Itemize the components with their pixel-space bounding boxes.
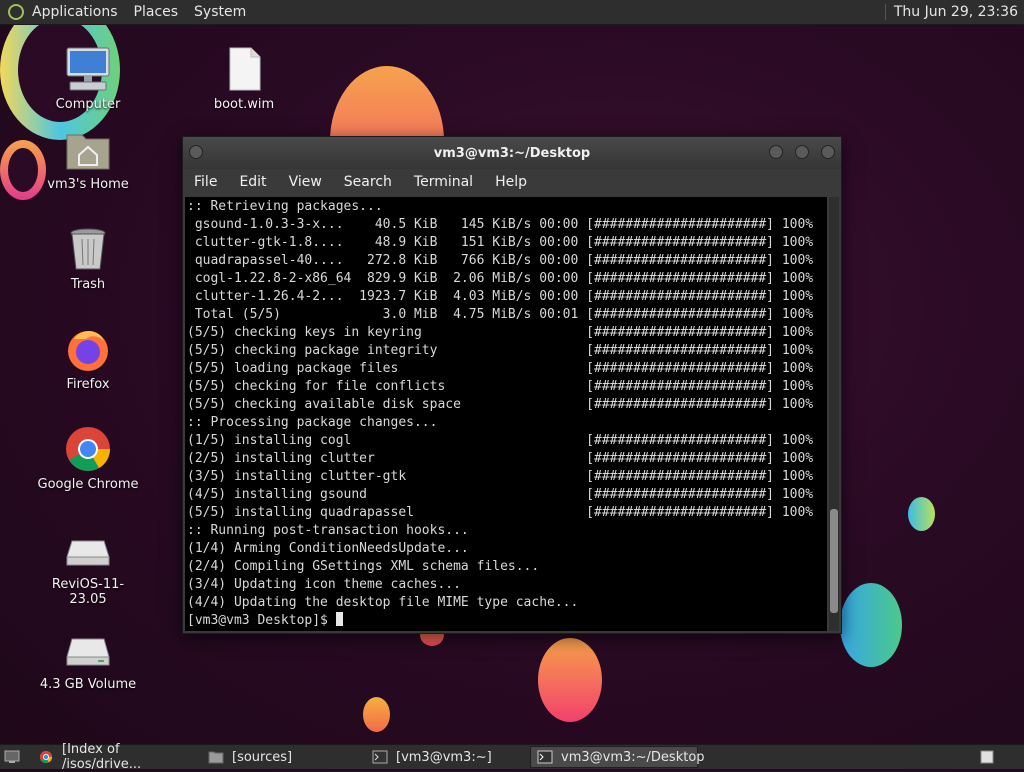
terminal-line: (4/5) installing gsound [###############… xyxy=(187,487,814,502)
terminal-line: (3/5) installing clutter-gtk [##########… xyxy=(187,469,814,484)
desktop-icon-label: ReviOS-11-23.05 xyxy=(51,577,125,607)
terminal-icon xyxy=(537,750,553,764)
terminal-line: (2/4) Compiling GSettings XML schema fil… xyxy=(187,559,540,574)
terminal-line: (1/5) installing cogl [#################… xyxy=(187,433,814,448)
desktop-icon-label: Computer xyxy=(55,97,121,112)
desktop-icon-boot-wim[interactable]: boot.wim xyxy=(189,45,299,112)
wallpaper-blob xyxy=(538,638,602,722)
show-desktop-button[interactable] xyxy=(0,746,30,768)
minimize-icon[interactable] xyxy=(769,145,783,159)
scrollbar-thumb[interactable] xyxy=(830,509,838,613)
terminal-line: (5/5) checking for file conflicts [#####… xyxy=(187,379,814,394)
wallpaper-blob xyxy=(840,583,902,667)
desktop-icon-label: vm3's Home xyxy=(47,177,129,192)
clock[interactable]: Thu Jun 29, 23:36 xyxy=(894,4,1024,20)
terminal-line: (1/4) Arming ConditionNeedsUpdate... xyxy=(187,541,469,556)
desktop-icon-label: Google Chrome xyxy=(37,477,139,492)
terminal-text: :: Retrieving packages... gsound-1.0.3-3… xyxy=(185,197,827,630)
show-desktop-icon xyxy=(4,750,20,763)
desktop-icon-label: Firefox xyxy=(66,377,110,392)
terminal-line: :: Processing package changes... xyxy=(187,415,438,430)
menu-system[interactable]: System xyxy=(186,0,254,24)
terminal-line: (3/4) Updating icon theme caches... xyxy=(187,577,461,592)
desktop-icon-volume[interactable]: 4.3 GB Volume xyxy=(33,625,143,692)
desktop-icon-firefox[interactable]: Firefox xyxy=(33,325,143,392)
menu-help[interactable]: Help xyxy=(484,174,538,190)
terminal-line: :: Running post-transaction hooks... xyxy=(187,523,469,538)
terminal-menubar: File Edit View Search Terminal Help xyxy=(183,169,841,195)
menu-file[interactable]: File xyxy=(183,174,228,190)
terminal-line: Total (5/5) 3.0 MiB 4.75 MiB/s 00:01 [##… xyxy=(194,307,814,322)
terminal-line: quadrapassel-40.... 272.8 KiB 766 KiB/s … xyxy=(194,253,814,268)
taskbar-item-label: vm3@vm3:~/Desktop xyxy=(561,749,705,765)
distro-logo-icon[interactable] xyxy=(8,4,24,20)
firefox-icon xyxy=(64,325,112,373)
workspace-icon xyxy=(980,750,994,764)
close-icon[interactable] xyxy=(821,145,835,159)
wallpaper-blob xyxy=(363,697,390,732)
terminal-icon xyxy=(372,750,388,764)
panel-separator xyxy=(884,4,886,20)
window-titlebar[interactable]: vm3@vm3:~/Desktop xyxy=(183,137,841,169)
chrome-icon xyxy=(64,425,112,473)
bottom-panel: [Index of /isos/drive... [sources] [vm3@… xyxy=(0,742,1024,772)
trash-icon xyxy=(64,225,112,273)
terminal-prompt: [vm3@vm3 Desktop]$ xyxy=(187,613,336,628)
drive-icon xyxy=(64,525,112,573)
terminal-output[interactable]: :: Retrieving packages... gsound-1.0.3-3… xyxy=(185,197,827,631)
window-title: vm3@vm3:~/Desktop xyxy=(433,145,591,161)
terminal-line: (2/5) installing clutter [##############… xyxy=(187,451,814,466)
terminal-line: clutter-1.26.4-2... 1923.7 KiB 4.03 MiB/… xyxy=(194,289,814,304)
desktop-icon-computer[interactable]: Computer xyxy=(33,45,143,112)
drive-icon xyxy=(64,625,112,673)
desktop-icon-revios[interactable]: ReviOS-11-23.05 xyxy=(33,525,143,607)
maximize-icon[interactable] xyxy=(795,145,809,159)
desktop-icon-label: 4.3 GB Volume xyxy=(39,677,137,692)
desktop-icon-label: boot.wim xyxy=(213,97,275,112)
terminal-line: gsound-1.0.3-3-x... 40.5 KiB 145 KiB/s 0… xyxy=(194,217,814,232)
chrome-icon xyxy=(39,750,53,764)
taskbar-item-label: [vm3@vm3:~] xyxy=(396,749,492,765)
terminal-line: cogl-1.22.8-2-x86_64 829.9 KiB 2.06 MiB/… xyxy=(194,271,814,286)
menu-edit[interactable]: Edit xyxy=(228,174,277,190)
terminal-line: (5/5) checking keys in keyring [########… xyxy=(187,325,814,340)
desktop-icon-label: Trash xyxy=(70,277,106,292)
terminal-line: (5/5) loading package files [###########… xyxy=(187,361,814,376)
terminal-line: (5/5) checking available disk space [###… xyxy=(187,397,814,412)
taskbar-item-sources[interactable]: [sources] xyxy=(202,746,364,768)
terminal-cursor xyxy=(335,612,343,626)
desktop-icon-trash[interactable]: Trash xyxy=(33,225,143,292)
top-panel: Applications Places System Thu Jun 29, 2… xyxy=(0,0,1024,25)
file-icon xyxy=(220,45,268,93)
taskbar-item-browser[interactable]: [Index of /isos/drive... xyxy=(32,742,200,772)
folder-icon xyxy=(208,751,224,764)
window-menu-icon[interactable] xyxy=(189,145,203,159)
home-folder-icon xyxy=(64,125,112,173)
terminal-line: (5/5) installing quadrapassel [#########… xyxy=(187,505,814,520)
terminal-line: :: Retrieving packages... xyxy=(187,199,383,214)
wallpaper-blob xyxy=(908,497,935,531)
desktop-icon-home[interactable]: vm3's Home xyxy=(33,125,143,192)
workspace-switcher[interactable] xyxy=(952,746,1022,768)
terminal-line: (5/5) checking package integrity [######… xyxy=(187,343,814,358)
computer-icon xyxy=(64,45,112,93)
taskbar-item-terminal-desktop[interactable]: vm3@vm3:~/Desktop xyxy=(530,746,705,768)
terminal-scrollbar[interactable] xyxy=(829,197,839,631)
terminal-window[interactable]: vm3@vm3:~/Desktop File Edit View Search … xyxy=(182,136,842,634)
desktop-icon-chrome[interactable]: Google Chrome xyxy=(33,425,143,492)
menu-applications[interactable]: Applications xyxy=(24,0,126,24)
terminal-line: (4/4) Updating the desktop file MIME typ… xyxy=(187,595,579,610)
taskbar-item-label: [sources] xyxy=(232,749,293,765)
menu-search[interactable]: Search xyxy=(333,174,403,190)
taskbar-item-terminal-home[interactable]: [vm3@vm3:~] xyxy=(366,746,528,768)
menu-view[interactable]: View xyxy=(278,174,333,190)
menu-places[interactable]: Places xyxy=(126,0,187,24)
terminal-line: clutter-gtk-1.8.... 48.9 KiB 151 KiB/s 0… xyxy=(194,235,814,250)
menu-terminal[interactable]: Terminal xyxy=(403,174,484,190)
